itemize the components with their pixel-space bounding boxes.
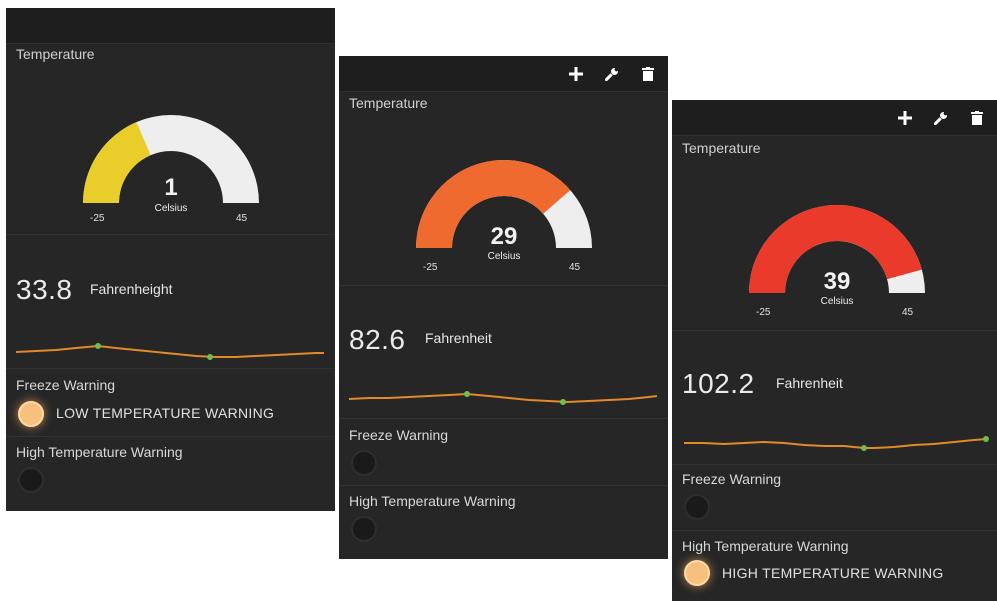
sparkline-marker xyxy=(95,343,101,349)
trash-icon[interactable] xyxy=(638,64,658,84)
gauge-value: 1 xyxy=(164,174,178,201)
panel-toolbar xyxy=(6,8,335,44)
temperature-sparkline xyxy=(16,343,324,360)
temperature-sparkline xyxy=(684,436,989,451)
gauge-max-label: 45 xyxy=(236,213,248,224)
fahrenheit-label: Fahrenheit xyxy=(425,330,492,346)
divider xyxy=(6,234,335,235)
sparkline-line xyxy=(684,438,987,449)
wrench-icon[interactable] xyxy=(931,108,951,128)
gauge-unit-label: Celsius xyxy=(154,203,188,214)
high-temperature-led xyxy=(18,467,44,493)
freeze-warning-title: Freeze Warning xyxy=(349,427,449,443)
high-temperature-text: HIGH TEMPERATURE WARNING xyxy=(722,565,944,581)
temperature-sparkline xyxy=(349,391,658,405)
sparkline-marker xyxy=(983,436,989,442)
high-temperature-led xyxy=(351,516,377,542)
freeze-warning-text: LOW TEMPERATURE WARNING xyxy=(56,405,275,421)
dashboard-panel-2: Temperature 29 Celsius -25 45 82.6 Fahre… xyxy=(339,56,668,559)
sparkline-marker xyxy=(560,399,566,405)
high-temperature-led xyxy=(684,560,710,586)
high-temperature-warning-title: High Temperature Warning xyxy=(349,493,516,509)
divider xyxy=(339,285,668,286)
sparkline-line xyxy=(349,392,658,404)
panel-toolbar xyxy=(672,100,997,136)
temperature-widget-title: Temperature xyxy=(16,46,95,62)
divider xyxy=(339,485,668,486)
temperature-widget-title: Temperature xyxy=(682,140,761,156)
sparkline-line xyxy=(16,344,324,358)
freeze-warning-led xyxy=(351,450,377,476)
gauge-max-label: 45 xyxy=(902,307,914,318)
freeze-warning-title: Freeze Warning xyxy=(16,377,116,393)
divider xyxy=(6,368,335,369)
gauge-min-label: -25 xyxy=(756,307,771,318)
fahrenheit-label: Fahrenheight xyxy=(90,281,173,297)
fahrenheit-value: 82.6 xyxy=(349,324,406,355)
dashboard-panel-1: Temperature 1 Celsius -25 45 33.8 Fahren… xyxy=(6,8,335,511)
gauge-min-label: -25 xyxy=(423,262,438,273)
divider xyxy=(672,464,997,465)
fahrenheit-value: 33.8 xyxy=(16,274,73,305)
fahrenheit-label: Fahrenheit xyxy=(776,375,843,391)
gauge-unit-label: Celsius xyxy=(820,296,854,307)
panel-toolbar xyxy=(339,56,668,92)
trash-icon[interactable] xyxy=(967,108,987,128)
divider xyxy=(6,436,335,437)
plus-icon[interactable] xyxy=(566,64,586,84)
sparkline-marker xyxy=(207,354,213,360)
plus-icon[interactable] xyxy=(895,108,915,128)
sparkline-marker xyxy=(464,391,470,397)
freeze-warning-led xyxy=(18,401,44,427)
gauge-value: 39 xyxy=(823,268,851,295)
gauge-value: 29 xyxy=(490,223,518,250)
freeze-warning-led xyxy=(684,494,710,520)
gauge-min-label: -25 xyxy=(90,213,105,224)
gauge-max-label: 45 xyxy=(569,262,581,273)
high-temperature-warning-title: High Temperature Warning xyxy=(682,538,849,554)
divider xyxy=(672,530,997,531)
divider xyxy=(672,330,997,331)
sparkline-marker xyxy=(861,445,867,451)
divider xyxy=(339,418,668,419)
fahrenheit-value: 102.2 xyxy=(682,368,755,399)
wrench-icon[interactable] xyxy=(602,64,622,84)
freeze-warning-title: Freeze Warning xyxy=(682,471,782,487)
dashboard-panel-3: Temperature 39 Celsius -25 45 102.2 Fahr… xyxy=(672,100,997,601)
gauge-unit-label: Celsius xyxy=(487,251,521,262)
high-temperature-warning-title: High Temperature Warning xyxy=(16,444,183,460)
temperature-widget-title: Temperature xyxy=(349,95,428,111)
